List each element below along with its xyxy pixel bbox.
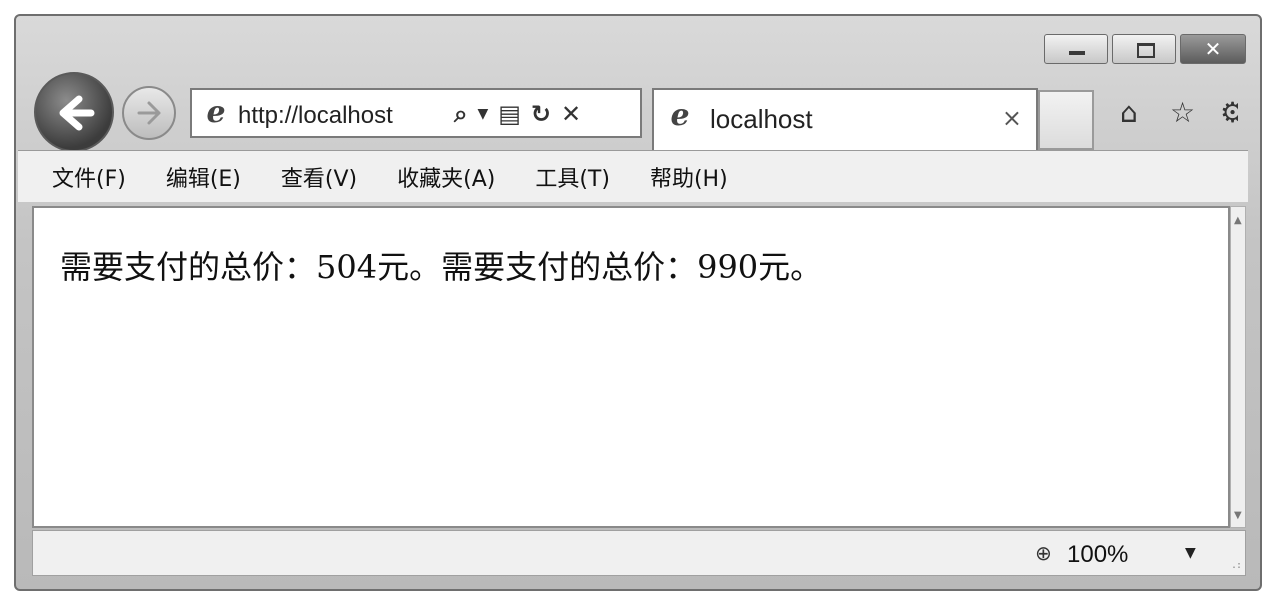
menu-view[interactable]: 查看(V) [281, 161, 357, 193]
close-window-button[interactable]: ✕ [1180, 34, 1246, 64]
close-icon: ✕ [1204, 37, 1222, 61]
back-button[interactable] [34, 72, 114, 152]
forward-button[interactable] [122, 86, 176, 140]
stop-icon[interactable]: ✕ [561, 100, 581, 128]
tab-localhost[interactable]: e localhost × [652, 88, 1038, 150]
minimize-icon [1069, 51, 1085, 55]
menu-help[interactable]: 帮助(H) [650, 161, 728, 193]
new-tab-button[interactable] [1038, 90, 1094, 150]
tab-close-button[interactable]: × [1002, 104, 1022, 132]
menu-file[interactable]: 文件(F) [52, 161, 126, 193]
compatibility-icon[interactable]: ▤ [498, 100, 521, 128]
menu-tools[interactable]: 工具(T) [535, 161, 610, 193]
tab-title: localhost [710, 104, 813, 134]
minimize-button[interactable] [1044, 34, 1108, 64]
address-input[interactable]: http://localhost [238, 102, 438, 130]
address-bar[interactable]: e http://localhost ⌕ ▼ ▤ ↻ ✕ [190, 88, 642, 138]
zoom-level[interactable]: 100% [1067, 541, 1128, 569]
home-icon[interactable]: ⌂ [1120, 96, 1138, 129]
ie-tab-icon: e [670, 98, 690, 133]
status-bar: ⊕ 100% ▼ .: [32, 530, 1246, 576]
scroll-up-icon[interactable]: ▲ [1234, 215, 1242, 226]
refresh-icon[interactable]: ↻ [531, 100, 551, 128]
page-text: 需要支付的总价：504元。需要支付的总价：990元。 [60, 248, 823, 286]
menu-favorites[interactable]: 收藏夹(A) [397, 161, 495, 193]
gear-icon[interactable]: ⚙ [1220, 96, 1238, 129]
back-arrow-icon [59, 95, 95, 131]
maximize-button[interactable] [1112, 34, 1176, 64]
page-content: 需要支付的总价：504元。需要支付的总价：990元。 [32, 206, 1230, 528]
maximize-icon [1137, 43, 1155, 58]
menu-bar: 文件(F) 编辑(E) 查看(V) 收藏夹(A) 工具(T) 帮助(H) [18, 150, 1248, 202]
scroll-down-icon[interactable]: ▼ [1234, 510, 1242, 521]
resize-grip-icon[interactable]: .: [1231, 560, 1242, 571]
star-icon[interactable]: ☆ [1170, 96, 1195, 129]
zoom-icon[interactable]: ⊕ [1035, 541, 1052, 565]
search-dropdown-icon[interactable]: ▼ [477, 106, 488, 122]
zoom-dropdown-icon[interactable]: ▼ [1185, 545, 1196, 561]
window-controls: ✕ [1044, 34, 1246, 64]
address-tools: ⌕ ▼ ▤ ↻ ✕ [454, 96, 581, 132]
menu-edit[interactable]: 编辑(E) [166, 161, 241, 193]
search-icon[interactable]: ⌕ [454, 100, 467, 128]
browser-window: ✕ e http://localhost ⌕ ▼ ▤ ↻ ✕ e localho… [14, 14, 1262, 591]
ie-page-icon: e [206, 95, 226, 130]
forward-arrow-icon [137, 101, 161, 125]
vertical-scrollbar[interactable]: ▲ ▼ [1230, 206, 1246, 528]
